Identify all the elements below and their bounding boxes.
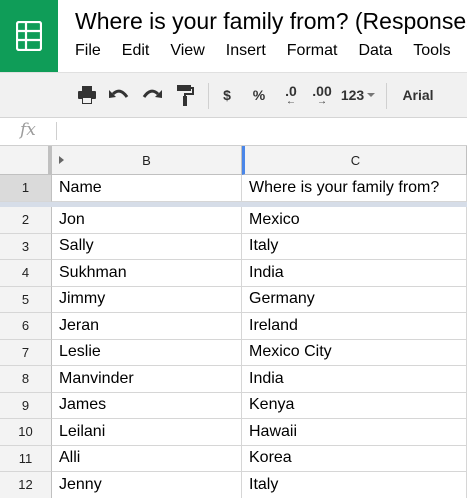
table-row: 6 Jeran Ireland — [0, 313, 467, 340]
row-header[interactable]: 10 — [0, 419, 52, 446]
row-header[interactable]: 7 — [0, 339, 52, 366]
menu-tools[interactable]: Tools — [413, 42, 450, 60]
table-row: 9 James Kenya — [0, 392, 467, 419]
table-row: 2 Jon Mexico — [0, 207, 467, 234]
menu-format[interactable]: Format — [287, 42, 338, 60]
row-header[interactable]: 4 — [0, 260, 52, 287]
table-row: 12 Jenny Italy — [0, 472, 467, 498]
row-header[interactable]: 8 — [0, 366, 52, 393]
app-header: Where is your family from? (Responses) F… — [0, 0, 467, 72]
menu-edit[interactable]: Edit — [122, 42, 150, 60]
paint-format-icon[interactable] — [172, 73, 198, 117]
cell[interactable]: Jimmy — [52, 286, 242, 313]
currency-button[interactable]: $ — [216, 73, 238, 117]
hidden-column-arrow-icon[interactable] — [59, 156, 64, 164]
cell[interactable]: Leilani — [52, 419, 242, 446]
cell[interactable]: Ireland — [242, 313, 467, 340]
cell[interactable]: Korea — [242, 445, 467, 472]
table-row: 8 Manvinder India — [0, 366, 467, 393]
cell[interactable]: James — [52, 392, 242, 419]
formula-separator — [56, 122, 57, 140]
cell[interactable]: India — [242, 366, 467, 393]
formula-bar: fx — [0, 118, 467, 146]
arrow-right-icon: → — [317, 96, 327, 107]
sheets-logo-icon[interactable] — [0, 0, 58, 72]
increase-decimal-button[interactable]: .00 → — [309, 73, 335, 117]
cell[interactable]: Jon — [52, 207, 242, 234]
cell[interactable]: Sally — [52, 233, 242, 260]
percent-button[interactable]: % — [247, 73, 271, 117]
formula-input[interactable] — [62, 118, 462, 145]
cell[interactable]: Jeran — [52, 313, 242, 340]
toolbar-separator — [208, 83, 209, 109]
decrease-decimal-button[interactable]: .0 ← — [279, 73, 303, 117]
cell[interactable]: Mexico City — [242, 339, 467, 366]
row-header[interactable]: 6 — [0, 313, 52, 340]
cell[interactable]: Leslie — [52, 339, 242, 366]
menu-bar: File Edit View Insert Format Data Tools … — [75, 42, 467, 60]
cell[interactable]: Alli — [52, 445, 242, 472]
row-header[interactable]: 9 — [0, 392, 52, 419]
table-row: 4 Sukhman India — [0, 260, 467, 287]
table-row: 11 Alli Korea — [0, 445, 467, 472]
table-row: 7 Leslie Mexico City — [0, 339, 467, 366]
document-title[interactable]: Where is your family from? (Responses) — [75, 8, 467, 35]
cell[interactable]: Manvinder — [52, 366, 242, 393]
menu-view[interactable]: View — [170, 42, 204, 60]
table-row: 3 Sally Italy — [0, 233, 467, 260]
chevron-down-icon — [367, 93, 376, 97]
row-header[interactable]: 5 — [0, 286, 52, 313]
cell[interactable]: India — [242, 260, 467, 287]
spreadsheet-grid: B C 1 Name Where is your family from? 2 … — [0, 146, 467, 498]
more-formats-button[interactable]: 123 — [339, 73, 377, 117]
table-row: 10 Leilani Hawaii — [0, 419, 467, 446]
cell[interactable]: Italy — [242, 472, 467, 498]
row-header[interactable]: 12 — [0, 472, 52, 498]
column-header-label: B — [142, 152, 151, 168]
menu-data[interactable]: Data — [358, 42, 392, 60]
more-formats-label: 123 — [340, 87, 365, 103]
cell[interactable]: Sukhman — [52, 260, 242, 287]
undo-icon[interactable] — [106, 73, 132, 117]
row-header[interactable]: 2 — [0, 207, 52, 234]
column-header-b[interactable]: B — [52, 146, 242, 175]
toolbar-separator — [386, 83, 387, 109]
cell[interactable]: Italy — [242, 233, 467, 260]
print-icon[interactable] — [74, 73, 100, 117]
table-row: 1 Name Where is your family from? — [0, 175, 467, 202]
cell[interactable]: Where is your family from? — [242, 175, 467, 202]
cell[interactable]: Hawaii — [242, 419, 467, 446]
row-header[interactable]: 3 — [0, 233, 52, 260]
row-header[interactable]: 11 — [0, 445, 52, 472]
fx-icon: fx — [20, 120, 36, 140]
cell[interactable]: Name — [52, 175, 242, 202]
toolbar: $ % .0 ← .00 → 123 Arial — [0, 72, 467, 118]
cell[interactable]: Jenny — [52, 472, 242, 498]
table-row: 5 Jimmy Germany — [0, 286, 467, 313]
menu-file[interactable]: File — [75, 42, 101, 60]
redo-icon[interactable] — [139, 73, 165, 117]
row-header[interactable]: 1 — [0, 175, 52, 202]
arrow-left-icon: ← — [286, 96, 296, 107]
column-header-label: C — [350, 152, 361, 168]
select-all-corner[interactable] — [0, 146, 52, 175]
cell[interactable]: Germany — [242, 286, 467, 313]
cell[interactable]: Mexico — [242, 207, 467, 234]
menu-insert[interactable]: Insert — [226, 42, 266, 60]
cell[interactable]: Kenya — [242, 392, 467, 419]
font-family-select[interactable]: Arial — [396, 73, 440, 117]
column-header-c[interactable]: C — [242, 146, 467, 175]
